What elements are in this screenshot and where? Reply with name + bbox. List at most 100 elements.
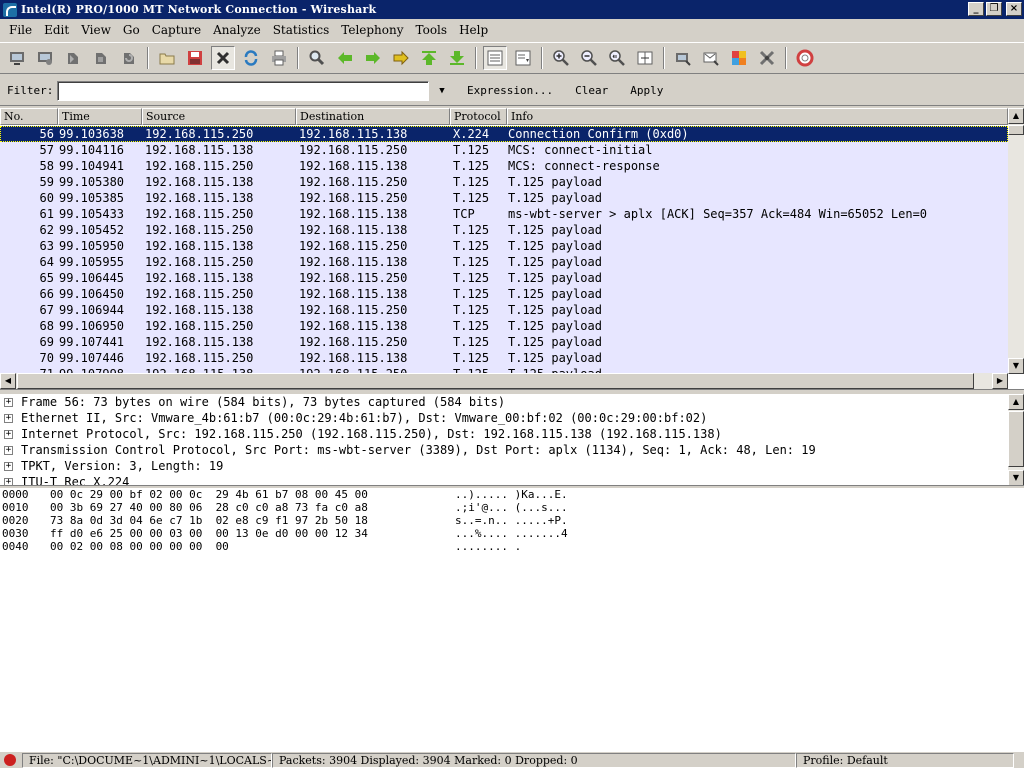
zoom-in-button[interactable] bbox=[549, 46, 573, 70]
hex-row[interactable]: 0010 00 3b 69 27 40 00 80 06 28 c0 c0 a8 … bbox=[0, 501, 1024, 514]
packet-row[interactable]: 57 99.104116 192.168.115.138 192.168.115.25… bbox=[0, 142, 1008, 158]
packet-list-vscroll[interactable]: ▲ ▼ bbox=[1008, 108, 1024, 374]
packet-row[interactable]: 66 99.106450 192.168.115.250 192.168.115.13… bbox=[0, 286, 1008, 302]
packet-row[interactable]: 67 99.106944 192.168.115.138 192.168.115.25… bbox=[0, 302, 1008, 318]
column-header-source[interactable]: Source bbox=[142, 108, 296, 125]
menu-help[interactable]: Help bbox=[453, 20, 494, 40]
go-forward-button[interactable] bbox=[361, 46, 385, 70]
status-profile[interactable]: Profile: Default bbox=[796, 752, 1014, 768]
packet-info: T.125 payload bbox=[508, 319, 602, 333]
restart-capture-button[interactable] bbox=[117, 46, 141, 70]
expand-icon[interactable]: + bbox=[4, 397, 13, 407]
hscroll-thumb[interactable] bbox=[17, 373, 974, 389]
menu-statistics[interactable]: Statistics bbox=[267, 20, 336, 40]
menu-file[interactable]: File bbox=[3, 20, 38, 40]
coloring-rules-button[interactable] bbox=[727, 46, 751, 70]
autoscroll-button[interactable] bbox=[511, 46, 535, 70]
first-packet-button[interactable] bbox=[417, 46, 441, 70]
menu-edit[interactable]: Edit bbox=[38, 20, 75, 40]
expand-icon[interactable]: + bbox=[4, 413, 13, 423]
start-capture-button[interactable] bbox=[61, 46, 85, 70]
hex-row[interactable]: 0030 ff d0 e6 25 00 00 03 00 00 13 0e d0 … bbox=[0, 527, 1024, 540]
expert-info-icon[interactable] bbox=[4, 754, 16, 766]
packet-row[interactable]: 62 99.105452 192.168.115.250 192.168.115.13… bbox=[0, 222, 1008, 238]
scroll-up-icon[interactable]: ▲ bbox=[1008, 394, 1024, 410]
clear-button[interactable]: Clear bbox=[571, 82, 612, 99]
reload-button[interactable] bbox=[239, 46, 263, 70]
zoom-out-button[interactable] bbox=[577, 46, 601, 70]
stop-capture-button[interactable] bbox=[89, 46, 113, 70]
filter-dropdown-icon[interactable]: ▼ bbox=[435, 86, 449, 96]
packet-row[interactable]: 69 99.107441 192.168.115.138 192.168.115.25… bbox=[0, 334, 1008, 350]
details-row-ethernet[interactable]: + Ethernet II, Src: Vmware_4b:61:b7 (00:0… bbox=[0, 410, 1024, 426]
close-window-button[interactable]: × bbox=[1006, 2, 1022, 16]
packet-list-hscroll[interactable]: ◀ ▶ bbox=[0, 373, 1008, 389]
packet-row[interactable]: 68 99.106950 192.168.115.250 192.168.115.13… bbox=[0, 318, 1008, 334]
column-header-no[interactable]: No. bbox=[0, 108, 58, 125]
packet-row[interactable]: 56 99.103638 192.168.115.250 192.168.115.13… bbox=[0, 126, 1008, 142]
minimize-button[interactable]: _ bbox=[968, 2, 984, 16]
menu-tools[interactable]: Tools bbox=[410, 20, 454, 40]
resize-columns-button[interactable] bbox=[633, 46, 657, 70]
scroll-thumb[interactable] bbox=[1008, 411, 1024, 467]
column-header-protocol[interactable]: Protocol bbox=[450, 108, 507, 125]
menu-telephony[interactable]: Telephony bbox=[335, 20, 409, 40]
interfaces-button[interactable] bbox=[5, 46, 29, 70]
colorize-button[interactable] bbox=[483, 46, 507, 70]
save-file-button[interactable] bbox=[183, 46, 207, 70]
scroll-right-icon[interactable]: ▶ bbox=[992, 373, 1008, 389]
display-filters-button[interactable] bbox=[699, 46, 723, 70]
details-row-tcp[interactable]: + Transmission Control Protocol, Src Port… bbox=[0, 442, 1024, 458]
capture-filters-button[interactable] bbox=[671, 46, 695, 70]
expression-button[interactable]: Expression... bbox=[463, 82, 557, 99]
expand-icon[interactable]: + bbox=[4, 477, 13, 485]
packet-row[interactable]: 61 99.105433 192.168.115.250 192.168.115.13… bbox=[0, 206, 1008, 222]
details-row-x224[interactable]: + ITU-T Rec X.224 bbox=[0, 474, 1024, 485]
print-button[interactable] bbox=[267, 46, 291, 70]
expand-icon[interactable]: + bbox=[4, 461, 13, 471]
scroll-up-icon[interactable]: ▲ bbox=[1008, 108, 1024, 124]
packet-row[interactable]: 7199.107998192.168.115.138192.168.115.25… bbox=[0, 366, 1008, 373]
scroll-down-icon[interactable]: ▼ bbox=[1008, 358, 1024, 374]
title-bar[interactable]: Intel(R) PRO/1000 MT Network Connection … bbox=[0, 0, 1024, 19]
packet-row[interactable]: 64 99.105955 192.168.115.250 192.168.115.13… bbox=[0, 254, 1008, 270]
find-packet-button[interactable] bbox=[305, 46, 329, 70]
hex-row[interactable]: 0000 00 0c 29 00 bf 02 00 0c 29 4b 61 b7 … bbox=[0, 488, 1024, 501]
details-row-tpkt[interactable]: + TPKT, Version: 3, Length: 19 bbox=[0, 458, 1024, 474]
packet-row[interactable]: 63 99.105950 192.168.115.138 192.168.115.25… bbox=[0, 238, 1008, 254]
go-to-packet-button[interactable] bbox=[389, 46, 413, 70]
packet-row[interactable]: 65 99.106445 192.168.115.138 192.168.115.25… bbox=[0, 270, 1008, 286]
help-button[interactable] bbox=[793, 46, 817, 70]
filter-input[interactable] bbox=[57, 80, 429, 101]
menu-view[interactable]: View bbox=[75, 20, 117, 40]
details-row-frame[interactable]: + Frame 56: 73 bytes on wire (584 bits), … bbox=[0, 394, 1024, 410]
go-back-button[interactable] bbox=[333, 46, 357, 70]
packet-row[interactable]: 59 99.105380 192.168.115.138 192.168.115.25… bbox=[0, 174, 1008, 190]
packet-row[interactable]: 70 99.107446 192.168.115.250 192.168.115.13… bbox=[0, 350, 1008, 366]
preferences-button[interactable] bbox=[755, 46, 779, 70]
packet-row[interactable]: 60 99.105385 192.168.115.138 192.168.115.25… bbox=[0, 190, 1008, 206]
scroll-left-icon[interactable]: ◀ bbox=[0, 373, 16, 389]
apply-button[interactable]: Apply bbox=[626, 82, 667, 99]
details-vscroll[interactable]: ▲ ▼ bbox=[1008, 394, 1024, 485]
column-header-destination[interactable]: Destination bbox=[296, 108, 450, 125]
column-header-info[interactable]: Info bbox=[507, 108, 1008, 125]
column-header-time[interactable]: Time bbox=[58, 108, 142, 125]
scroll-thumb[interactable] bbox=[1008, 125, 1024, 135]
hex-row[interactable]: 0020 73 8a 0d 3d 04 6e c7 1b 02 e8 c9 f1 … bbox=[0, 514, 1024, 527]
close-file-button[interactable] bbox=[211, 46, 235, 70]
restore-button[interactable]: ❐ bbox=[986, 2, 1002, 16]
menu-analyze[interactable]: Analyze bbox=[207, 20, 267, 40]
menu-capture[interactable]: Capture bbox=[146, 20, 207, 40]
menu-go[interactable]: Go bbox=[117, 20, 146, 40]
expand-icon[interactable]: + bbox=[4, 429, 13, 439]
open-file-button[interactable] bbox=[155, 46, 179, 70]
scroll-down-icon[interactable]: ▼ bbox=[1008, 470, 1024, 485]
last-packet-button[interactable] bbox=[445, 46, 469, 70]
details-row-ip[interactable]: + Internet Protocol, Src: 192.168.115.250… bbox=[0, 426, 1024, 442]
expand-icon[interactable]: + bbox=[4, 445, 13, 455]
hex-row[interactable]: 0040 00 02 00 08 00 00 00 00 00 ........ . bbox=[0, 540, 1024, 553]
normal-size-button[interactable] bbox=[605, 46, 629, 70]
packet-row[interactable]: 58 99.104941 192.168.115.250 192.168.115.13… bbox=[0, 158, 1008, 174]
options-button[interactable] bbox=[33, 46, 57, 70]
